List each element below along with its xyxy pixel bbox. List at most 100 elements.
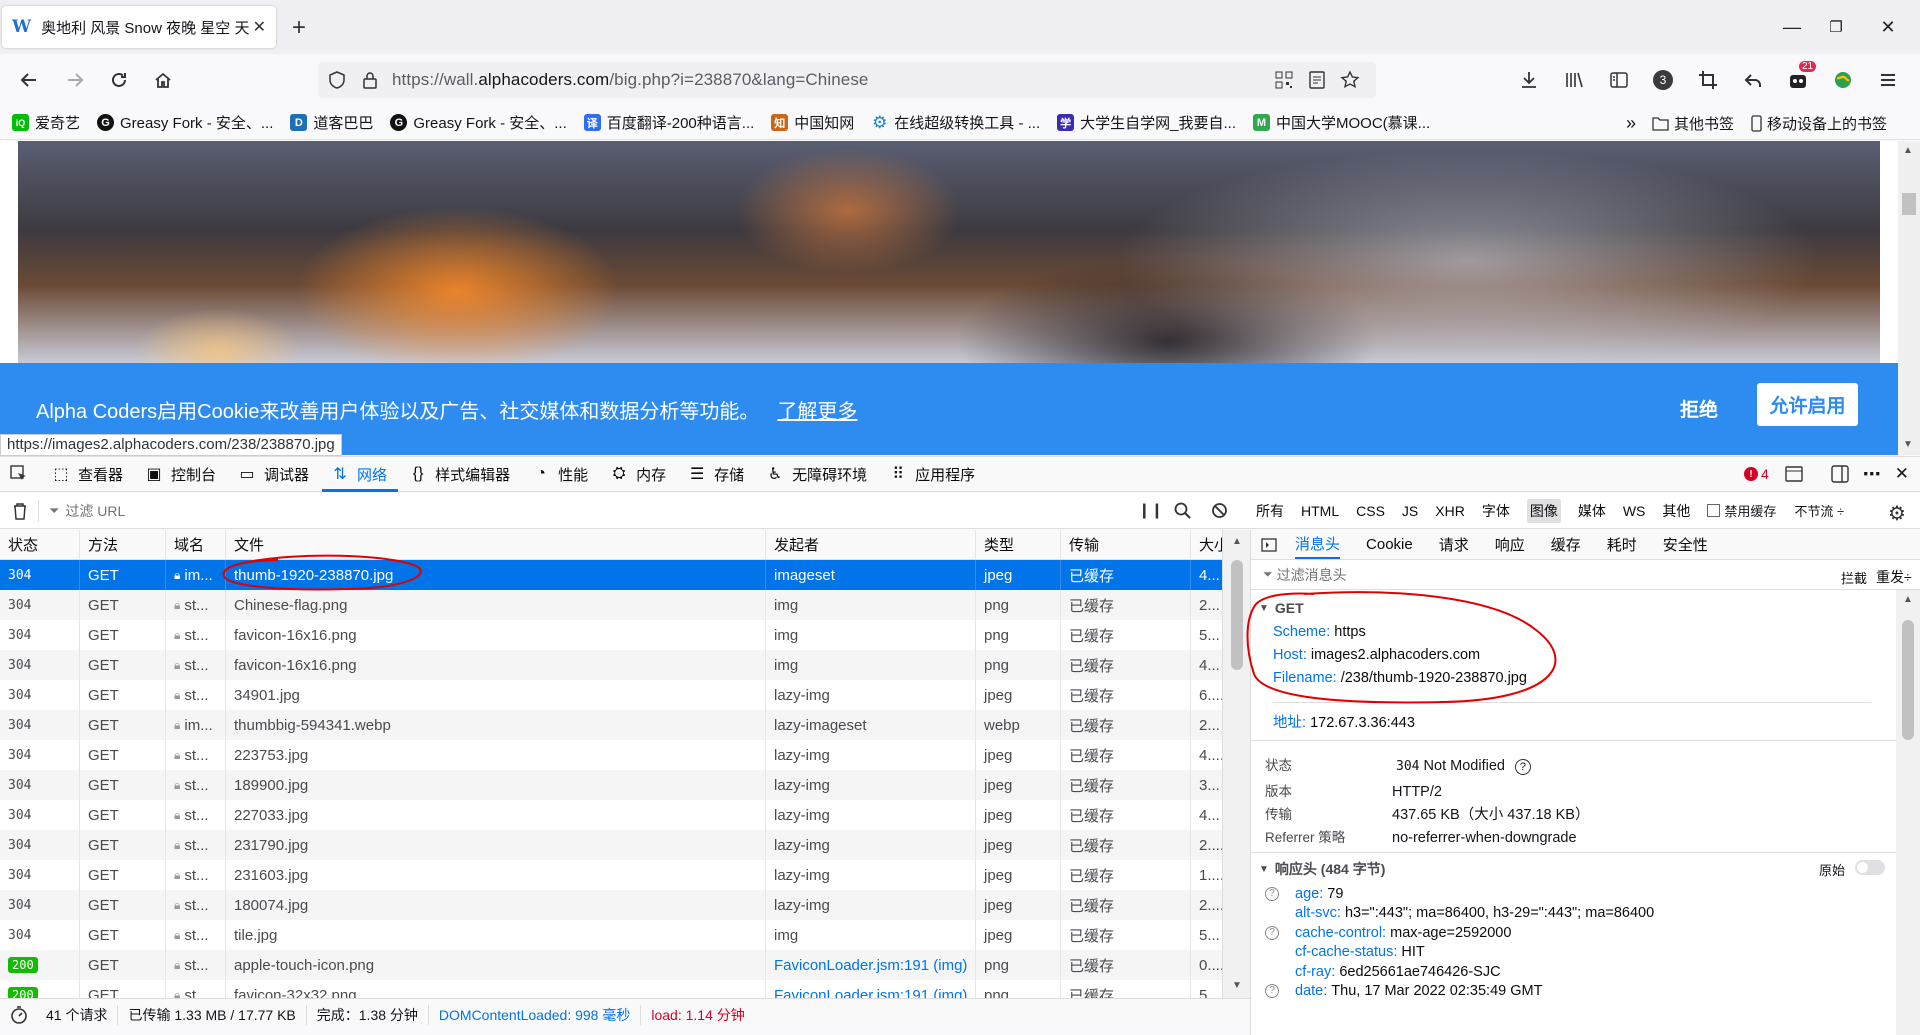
forward-button[interactable]	[58, 63, 92, 97]
bookmark-item[interactable]: iQ 爱奇艺	[12, 112, 80, 133]
type-filter[interactable]: JS	[1402, 503, 1418, 519]
tab-request[interactable]: 请求	[1439, 530, 1469, 559]
table-row[interactable]: 304 GET 🔒︎ st... 189900.jpg lazy-img jpeg 已缓存 3.…	[0, 770, 1222, 800]
response-headers-toggle[interactable]: ▼ 响应头 (484 字节) 原始	[1259, 859, 1887, 879]
type-filter[interactable]: 所有	[1256, 501, 1284, 521]
table-row[interactable]: 304 GET 🔒︎ st... 34901.jpg lazy-img jpeg 已缓存 6..…	[0, 680, 1222, 710]
bookmark-item[interactable]: 译百度翻译-200种语言...	[583, 112, 754, 133]
resend-button[interactable]: 重发÷	[1876, 567, 1912, 587]
bookmark-star-icon[interactable]	[1340, 70, 1360, 90]
table-row[interactable]: 304 GET 🔒︎ st... 231603.jpg lazy-img jpeg 已缓存 1.…	[0, 860, 1222, 890]
search-icon[interactable]	[1174, 502, 1191, 519]
cell-initiator[interactable]: FaviconLoader.jsm:191 (img)	[766, 950, 976, 980]
dock-side-icon[interactable]	[1831, 465, 1849, 483]
downloads-button[interactable]	[1512, 63, 1546, 97]
column-header-initiator[interactable]: 发起者	[766, 530, 976, 559]
bookmark-item[interactable]: M 中国大学MOOC(慕课...	[1253, 112, 1430, 133]
tab-style-editor[interactable]: {} 样式编辑器	[409, 464, 510, 485]
app-menu-button[interactable]	[1871, 63, 1905, 97]
undo-arrow-icon[interactable]	[1736, 63, 1770, 97]
bookmark-item[interactable]: ⚙ 在线超级转换工具 - ...	[871, 112, 1040, 133]
tab-performance[interactable]: ◔ 性能	[532, 464, 588, 485]
bookmark-item[interactable]: 知中国知网	[771, 112, 854, 133]
error-icon[interactable]: !	[1744, 467, 1758, 481]
extension-counter-button[interactable]: 3	[1646, 63, 1680, 97]
tab-inspector[interactable]: ⬚ 查看器	[52, 464, 123, 485]
type-filter-selected[interactable]: 图像	[1526, 498, 1561, 523]
close-window-button[interactable]: ✕	[1856, 0, 1920, 54]
toggle-panel-icon[interactable]	[1261, 537, 1277, 552]
trash-icon[interactable]	[12, 502, 28, 520]
block-button[interactable]: 拦截	[1841, 568, 1867, 587]
type-filter[interactable]: HTML	[1301, 503, 1339, 519]
bookmark-item[interactable]: 学大学生自学网_我要自...	[1057, 112, 1236, 133]
globe-extension-icon[interactable]	[1826, 63, 1860, 97]
reload-button[interactable]	[102, 63, 136, 97]
responsive-mode-icon[interactable]	[1785, 466, 1803, 482]
pause-icon[interactable]: ❙❙	[1138, 501, 1163, 519]
table-row[interactable]: 304 GET 🔒︎ st... 223753.jpg lazy-img jpeg 已缓存 4.…	[0, 740, 1222, 770]
disable-cache-checkbox[interactable]	[1707, 504, 1721, 517]
home-button[interactable]	[146, 63, 180, 97]
timer-icon[interactable]	[10, 1005, 28, 1024]
tab-network[interactable]: ⇅ 网络	[331, 464, 387, 485]
table-row[interactable]: 200 GET 🔒︎ st... favicon-32x32.png FaviconLoa…	[0, 980, 1222, 998]
accept-cookies-button[interactable]: 允许启用	[1757, 383, 1858, 426]
disable-cache-label[interactable]: 禁用缓存	[1724, 501, 1776, 520]
help-icon[interactable]: ?	[1265, 925, 1279, 940]
reject-cookies-button[interactable]: 拒绝	[1680, 395, 1718, 422]
more-bookmarks-chevron-icon[interactable]: »	[1626, 113, 1636, 134]
tab-cookie[interactable]: Cookie	[1366, 530, 1413, 559]
table-row[interactable]: 304 GET 🔒︎ st... Chinese-flag.png img png 已缓存 2.…	[0, 590, 1222, 620]
table-row[interactable]: 200 GET 🔒︎ st... apple-touch-icon.png Favicon…	[0, 950, 1222, 980]
table-row[interactable]: 304 GET 🔒︎ im... thumbbig-594341.webp lazy-im…	[0, 710, 1222, 740]
sidebar-button[interactable]	[1602, 63, 1636, 97]
url-filter-input[interactable]: 过滤 URL	[65, 501, 125, 521]
column-header-size[interactable]: 大小	[1191, 530, 1222, 559]
bookmark-item[interactable]: G Greasy Fork - 安全、...	[97, 112, 273, 133]
column-header-status[interactable]: 状态	[0, 530, 80, 559]
table-row-selected[interactable]: 304 GET 🔒︎ im... thumb-1920-238870.jpg images…	[0, 560, 1222, 590]
type-filter[interactable]: XHR	[1435, 503, 1465, 519]
type-filter[interactable]: WS	[1623, 503, 1646, 519]
tab-security[interactable]: 安全性	[1663, 530, 1708, 559]
settings-gear-icon[interactable]: ⚙	[1888, 501, 1906, 526]
bookmark-item[interactable]: D 道客巴巴	[290, 112, 373, 133]
help-icon[interactable]: ?	[1514, 759, 1531, 775]
table-scrollbar[interactable]: ▲ ▼	[1222, 530, 1250, 998]
tab-headers[interactable]: 消息头	[1295, 530, 1341, 559]
back-button[interactable]	[12, 63, 46, 97]
page-scrollbar[interactable]: ▲ ▼	[1898, 141, 1920, 455]
method-toggle[interactable]: ▼ GET	[1259, 600, 1304, 616]
element-picker-icon[interactable]	[10, 465, 28, 483]
qr-code-icon[interactable]	[1275, 71, 1293, 89]
cell-initiator[interactable]: FaviconLoader.jsm:191 (img)	[766, 980, 976, 998]
column-header-file[interactable]: 文件	[226, 530, 766, 559]
addon-with-badge-icon[interactable]: 21	[1781, 61, 1817, 97]
column-header-type[interactable]: 类型	[976, 530, 1061, 559]
help-icon[interactable]: ?	[1265, 984, 1279, 999]
mobile-bookmarks-folder[interactable]: 移动设备上的书签	[1751, 113, 1887, 134]
browser-tab-active[interactable]: W 奥地利 风景 Snow 夜晚 星空 天 ✕	[2, 6, 276, 48]
tab-storage[interactable]: ☰ 存储	[688, 464, 744, 485]
type-filter[interactable]: 字体	[1482, 501, 1510, 521]
raw-toggle-switch[interactable]	[1855, 860, 1885, 875]
block-icon[interactable]	[1211, 502, 1228, 519]
url-text[interactable]: https://wall.alphacoders.com/big.php?i=2…	[392, 70, 868, 90]
table-row[interactable]: 304 GET 🔒︎ st... tile.jpg img jpeg 已缓存 5...	[0, 920, 1222, 950]
tab-application[interactable]: ⠿ 应用程序	[889, 464, 975, 485]
tracking-shield-icon[interactable]	[328, 71, 346, 89]
address-bar[interactable]: https://wall.alphacoders.com/big.php?i=2…	[318, 62, 1376, 98]
table-row[interactable]: 304 GET 🔒︎ st... 231790.jpg lazy-img jpeg 已缓存 2.…	[0, 830, 1222, 860]
help-icon[interactable]: ?	[1265, 886, 1279, 901]
table-row[interactable]: 304 GET 🔒︎ st... 227033.jpg lazy-img jpeg 已缓存 4.…	[0, 800, 1222, 830]
column-header-transferred[interactable]: 传输	[1061, 530, 1191, 559]
tab-accessibility[interactable]: ♿ 无障碍环境	[766, 464, 867, 485]
tab-memory[interactable]: ⛭ 内存	[610, 464, 666, 485]
library-button[interactable]	[1557, 63, 1591, 97]
tab-timings[interactable]: 耗时	[1607, 530, 1637, 559]
bookmark-item[interactable]: G Greasy Fork - 安全、...	[390, 112, 567, 133]
headers-filter-input[interactable]: 过滤消息头	[1277, 565, 1347, 585]
more-options-icon[interactable]: ⋯	[1863, 464, 1881, 485]
learn-more-link[interactable]: 了解更多	[777, 395, 857, 424]
